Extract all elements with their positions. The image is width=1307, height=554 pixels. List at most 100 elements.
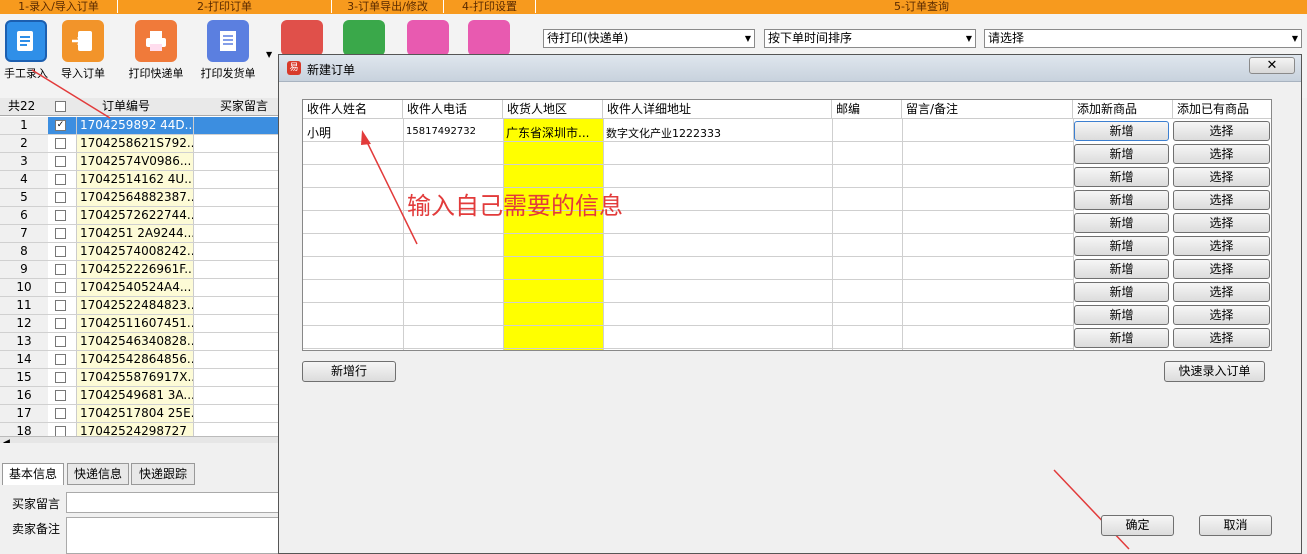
ok-button[interactable]: 确定 xyxy=(1101,515,1174,536)
dialog-body: 收件人姓名 收件人电话 收货人地区 收件人详细地址 邮编 留言/备注 添加新商品… xyxy=(279,82,1301,553)
buyer-message-label: 买家留言 xyxy=(12,497,61,511)
order-row[interactable]: 8 17042574008242... xyxy=(0,243,279,261)
query-select[interactable]: 请选择 xyxy=(984,29,1302,48)
row-checkbox[interactable] xyxy=(55,336,66,347)
order-row[interactable]: 12 17042511607451... xyxy=(0,315,279,333)
order-id-cell[interactable]: 17042546340828... xyxy=(76,333,194,350)
order-row[interactable]: 7 1704251 2A9244... xyxy=(0,225,279,243)
cancel-button[interactable]: 取消 xyxy=(1199,515,1272,536)
order-row[interactable]: 2 1704258621S792... xyxy=(0,135,279,153)
tab-basic-info[interactable]: 基本信息 xyxy=(2,463,64,485)
section-tab-entry[interactable]: 1-录入/导入订单 xyxy=(0,0,118,13)
tab-express-tracking[interactable]: 快递跟踪 xyxy=(131,463,195,485)
order-id-cell[interactable]: 17042542864856... xyxy=(76,351,194,368)
order-id-cell[interactable]: 17042574V0986... xyxy=(76,153,194,170)
dropdown-arrow-icon[interactable]: ▼ xyxy=(266,50,272,59)
row-checkbox[interactable] xyxy=(55,408,66,419)
add-row-button[interactable]: 新增行 xyxy=(302,361,396,382)
row-number: 1 xyxy=(0,117,48,134)
order-row[interactable]: 15 1704255876917X... xyxy=(0,369,279,387)
row-number: 17 xyxy=(0,405,48,422)
section-tab-print[interactable]: 2-打印订单 xyxy=(118,0,332,13)
row-number: 9 xyxy=(0,261,48,278)
row-number: 12 xyxy=(0,315,48,332)
seller-note-field[interactable] xyxy=(66,517,280,554)
section-tab-export[interactable]: 3-订单导出/修改 xyxy=(332,0,444,13)
buyer-message-field[interactable] xyxy=(66,492,280,513)
row-checkbox[interactable] xyxy=(55,138,66,149)
col-buyer-message[interactable]: 买家留言 xyxy=(220,98,268,115)
order-id-cell[interactable]: 1704258621S792... xyxy=(76,135,194,152)
row-checkbox[interactable] xyxy=(55,174,66,185)
order-id-cell[interactable]: 1704259892 44D... xyxy=(76,117,194,134)
tab-express-info[interactable]: 快递信息 xyxy=(67,463,129,485)
import-order-button[interactable]: 导入订单 xyxy=(51,14,115,81)
section-tab-query[interactable]: 5-订单查询 xyxy=(536,0,1307,13)
row-checkbox[interactable] xyxy=(55,390,66,401)
row-checkbox[interactable] xyxy=(55,372,66,383)
order-id-cell[interactable]: 17042511607451... xyxy=(76,315,194,332)
order-row[interactable]: 11 17042522484823... xyxy=(0,297,279,315)
order-row[interactable]: 4 17042514162 4U... xyxy=(0,171,279,189)
order-id-cell[interactable]: 17042514162 4U... xyxy=(76,171,194,188)
select-all-checkbox[interactable] xyxy=(55,101,66,112)
status-filter-select[interactable]: 待打印(快递单) xyxy=(543,29,755,48)
order-id-cell[interactable]: 1704251 2A9244... xyxy=(76,225,194,242)
order-row[interactable]: 9 1704252226961F... xyxy=(0,261,279,279)
print-invoice-button[interactable]: 打印发货单 xyxy=(196,14,260,81)
order-id-cell[interactable]: 1704255876917X... xyxy=(76,369,194,386)
order-row[interactable]: 6 17042572622744... xyxy=(0,207,279,225)
order-id-cell[interactable]: 17042549681 3A... xyxy=(76,387,194,404)
row-checkbox[interactable] xyxy=(55,282,66,293)
invoice-icon xyxy=(207,20,249,62)
print-red-icon[interactable] xyxy=(281,20,323,56)
col-order-id[interactable]: 订单编号 xyxy=(102,98,150,115)
manual-entry-button[interactable]: 手工录入 xyxy=(0,14,58,81)
settings-gear-icon[interactable] xyxy=(468,20,510,56)
order-id-cell[interactable]: 17042574008242... xyxy=(76,243,194,260)
arrow-to-ok-button xyxy=(1053,469,1130,550)
order-row[interactable]: 5 17042564882387... xyxy=(0,189,279,207)
order-row[interactable]: 3 17042574V0986... xyxy=(0,153,279,171)
order-id-cell[interactable]: 17042564882387... xyxy=(76,189,194,206)
row-number: 10 xyxy=(0,279,48,296)
print-invoice-label: 打印发货单 xyxy=(200,67,256,80)
row-number: 4 xyxy=(0,171,48,188)
close-icon[interactable]: ✕ xyxy=(1249,57,1295,74)
section-tab-print-settings[interactable]: 4-打印设置 xyxy=(444,0,536,13)
sort-select[interactable]: 按下单时间排序 xyxy=(764,29,976,48)
row-checkbox[interactable] xyxy=(55,300,66,311)
copy-pink-icon[interactable] xyxy=(407,20,449,56)
order-row[interactable]: 13 17042546340828... xyxy=(0,333,279,351)
order-row[interactable]: 10 17042540524A4... xyxy=(0,279,279,297)
order-id-cell[interactable]: 17042540524A4... xyxy=(76,279,194,296)
row-checkbox[interactable] xyxy=(55,246,66,257)
quick-entry-button[interactable]: 快速录入订单 xyxy=(1164,361,1265,382)
row-checkbox[interactable]: ✓ xyxy=(55,120,66,131)
order-row[interactable]: 16 17042549681 3A... xyxy=(0,387,279,405)
arrow-to-name-cell xyxy=(365,139,418,245)
row-checkbox[interactable] xyxy=(55,354,66,365)
order-id-cell[interactable]: 17042572622744... xyxy=(76,207,194,224)
dialog-title: 新建订单 xyxy=(307,63,356,77)
row-checkbox[interactable] xyxy=(55,210,66,221)
row-checkbox[interactable] xyxy=(55,156,66,167)
order-row[interactable]: 14 17042542864856... xyxy=(0,351,279,369)
order-id-cell[interactable]: 17042522484823... xyxy=(76,297,194,314)
row-checkbox[interactable] xyxy=(55,228,66,239)
row-checkbox[interactable] xyxy=(55,318,66,329)
print-express-button[interactable]: 打印快递单 xyxy=(124,14,188,81)
row-number: 7 xyxy=(0,225,48,242)
order-id-cell[interactable]: 17042517804 25E... xyxy=(76,405,194,422)
order-row[interactable]: 1 ✓ 1704259892 44D... xyxy=(0,117,279,135)
edit-green-icon[interactable] xyxy=(343,20,385,56)
row-checkbox[interactable] xyxy=(55,264,66,275)
import-order-label: 导入订单 xyxy=(61,67,105,80)
dialog-titlebar[interactable]: 易 新建订单 ✕ xyxy=(279,55,1301,82)
order-row[interactable]: 17 17042517804 25E... xyxy=(0,405,279,423)
row-number: 3 xyxy=(0,153,48,170)
order-id-cell[interactable]: 1704252226961F... xyxy=(76,261,194,278)
new-order-dialog: 易 新建订单 ✕ 收件人姓名 收件人电话 收货人地区 收件人详细地址 邮编 留言… xyxy=(278,54,1302,554)
import-order-icon xyxy=(62,20,104,62)
row-checkbox[interactable] xyxy=(55,192,66,203)
